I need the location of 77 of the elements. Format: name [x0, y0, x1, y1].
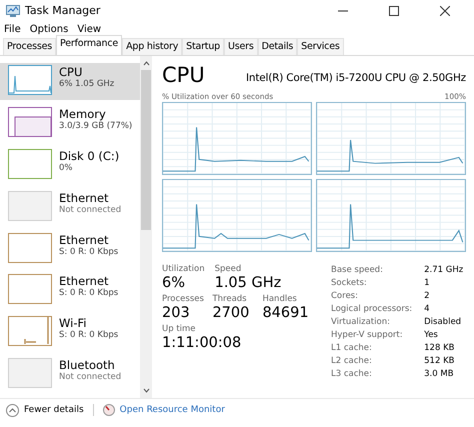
item-detail: S: 0 R: 0 Kbps: [59, 330, 118, 340]
item-detail: Not connected: [59, 204, 122, 215]
sidebar-item[interactable]: Bluetooth Not connected: [0, 356, 140, 393]
stat-value: 2700: [212, 304, 250, 322]
spec-label: Logical processors:: [331, 303, 412, 315]
item-detail: S: 0 R: 0 Kbps: [59, 246, 118, 256]
item-name: Wi-Fi: [59, 316, 88, 330]
item-name: Ethernet: [59, 274, 110, 288]
menu-item[interactable]: File: [4, 24, 21, 35]
spec-label: L1 cache:: [331, 342, 373, 354]
spec-label: Cores:: [331, 290, 359, 302]
item-name: Memory: [59, 106, 107, 121]
stat-value: 1.05 GHz: [214, 274, 282, 292]
spec-value: 1: [424, 277, 431, 289]
spec-value: 3.0 MB: [424, 368, 455, 380]
tab[interactable]: Users: [224, 38, 258, 55]
stat-value: 6%: [162, 274, 186, 292]
gauge-icon: [102, 404, 115, 416]
resource-monitor-link[interactable]: Open Resource Monitor: [120, 405, 225, 415]
item-name: CPU: [59, 65, 84, 79]
spec-value: 128 KB: [424, 342, 456, 354]
maximize-icon: [389, 6, 399, 16]
panel-title: CPU: [162, 64, 205, 86]
close-icon: [440, 6, 450, 16]
item-name: Ethernet: [59, 232, 110, 246]
spec-value: 2.71 GHz: [424, 264, 464, 276]
sidebar-item[interactable]: Disk 0 (C:) 0%: [0, 146, 140, 184]
stat-label: Threads: [212, 294, 248, 304]
sidebar-item[interactable]: CPU 6% 1.05 GHz: [0, 63, 140, 100]
sidebar-item[interactable]: Ethernet S: 0 R: 0 Kbps: [0, 272, 140, 310]
spec-value: 2: [424, 290, 431, 302]
stat-label: Speed: [214, 264, 242, 274]
tab[interactable]: Performance: [56, 35, 122, 55]
item-detail: 0%: [59, 162, 74, 173]
stat-label: Up time: [162, 324, 197, 334]
spec-label: Base speed:: [331, 264, 384, 276]
item-name: Ethernet: [59, 190, 110, 205]
spec-label: Hyper-V support:: [331, 329, 404, 341]
item-detail: Not connected: [59, 372, 122, 382]
stat-label: Processes: [162, 294, 202, 304]
stat-value: 203: [162, 304, 191, 322]
item-name: Bluetooth: [59, 358, 116, 372]
sidebar-item[interactable]: Memory 3.0/3.9 GB (77%): [0, 104, 140, 142]
spec-label: Sockets:: [331, 277, 368, 289]
tab[interactable]: Startup: [182, 38, 224, 55]
stat-label: Utilization: [162, 264, 205, 274]
menu-item[interactable]: View: [77, 24, 102, 35]
chevron-up-icon: [6, 404, 19, 416]
window-title: Task Manager: [25, 4, 100, 17]
scroll-up-icon[interactable]: [142, 61, 150, 66]
stat-value: 84691: [262, 304, 307, 322]
sidebar-item[interactable]: Ethernet S: 0 R: 0 Kbps: [0, 230, 140, 268]
item-detail: S: 0 R: 0 Kbps: [59, 288, 118, 298]
app-icon: [6, 4, 20, 16]
spec-label: L2 cache:: [331, 355, 373, 367]
fewer-details-button[interactable]: Fewer details: [6, 404, 84, 416]
sidebar-item[interactable]: Wi-Fi S: 0 R: 0 Kbps: [0, 314, 140, 352]
spec-label: Virtualization:: [331, 316, 391, 328]
sidebar-item[interactable]: Ethernet Not connected: [0, 188, 140, 226]
tab[interactable]: App history: [122, 38, 182, 55]
stat-label: Handles: [262, 294, 298, 304]
spec-value: Yes: [424, 329, 439, 341]
stat-value: 1:11:00:08: [162, 334, 242, 352]
item-name: Disk 0 (C:): [59, 148, 120, 163]
tab[interactable]: Processes: [3, 38, 56, 55]
spec-value: Disabled: [424, 316, 462, 328]
scroll-down-icon[interactable]: [142, 388, 150, 393]
spec-label: L3 cache:: [331, 368, 373, 380]
spec-value: 512 KB: [424, 355, 456, 367]
tab[interactable]: Services: [297, 38, 344, 55]
spec-value: 4: [424, 303, 431, 315]
tab[interactable]: Details: [258, 38, 298, 55]
menu-item[interactable]: Options: [30, 24, 68, 35]
scrollbar-thumb[interactable]: [141, 70, 151, 230]
item-detail: 3.0/3.9 GB (77%): [59, 120, 132, 131]
item-detail: 6% 1.05 GHz: [59, 79, 114, 89]
cpu-model: Intel(R) Core(TM) i5-7200U CPU @ 2.50GHz: [246, 72, 466, 86]
